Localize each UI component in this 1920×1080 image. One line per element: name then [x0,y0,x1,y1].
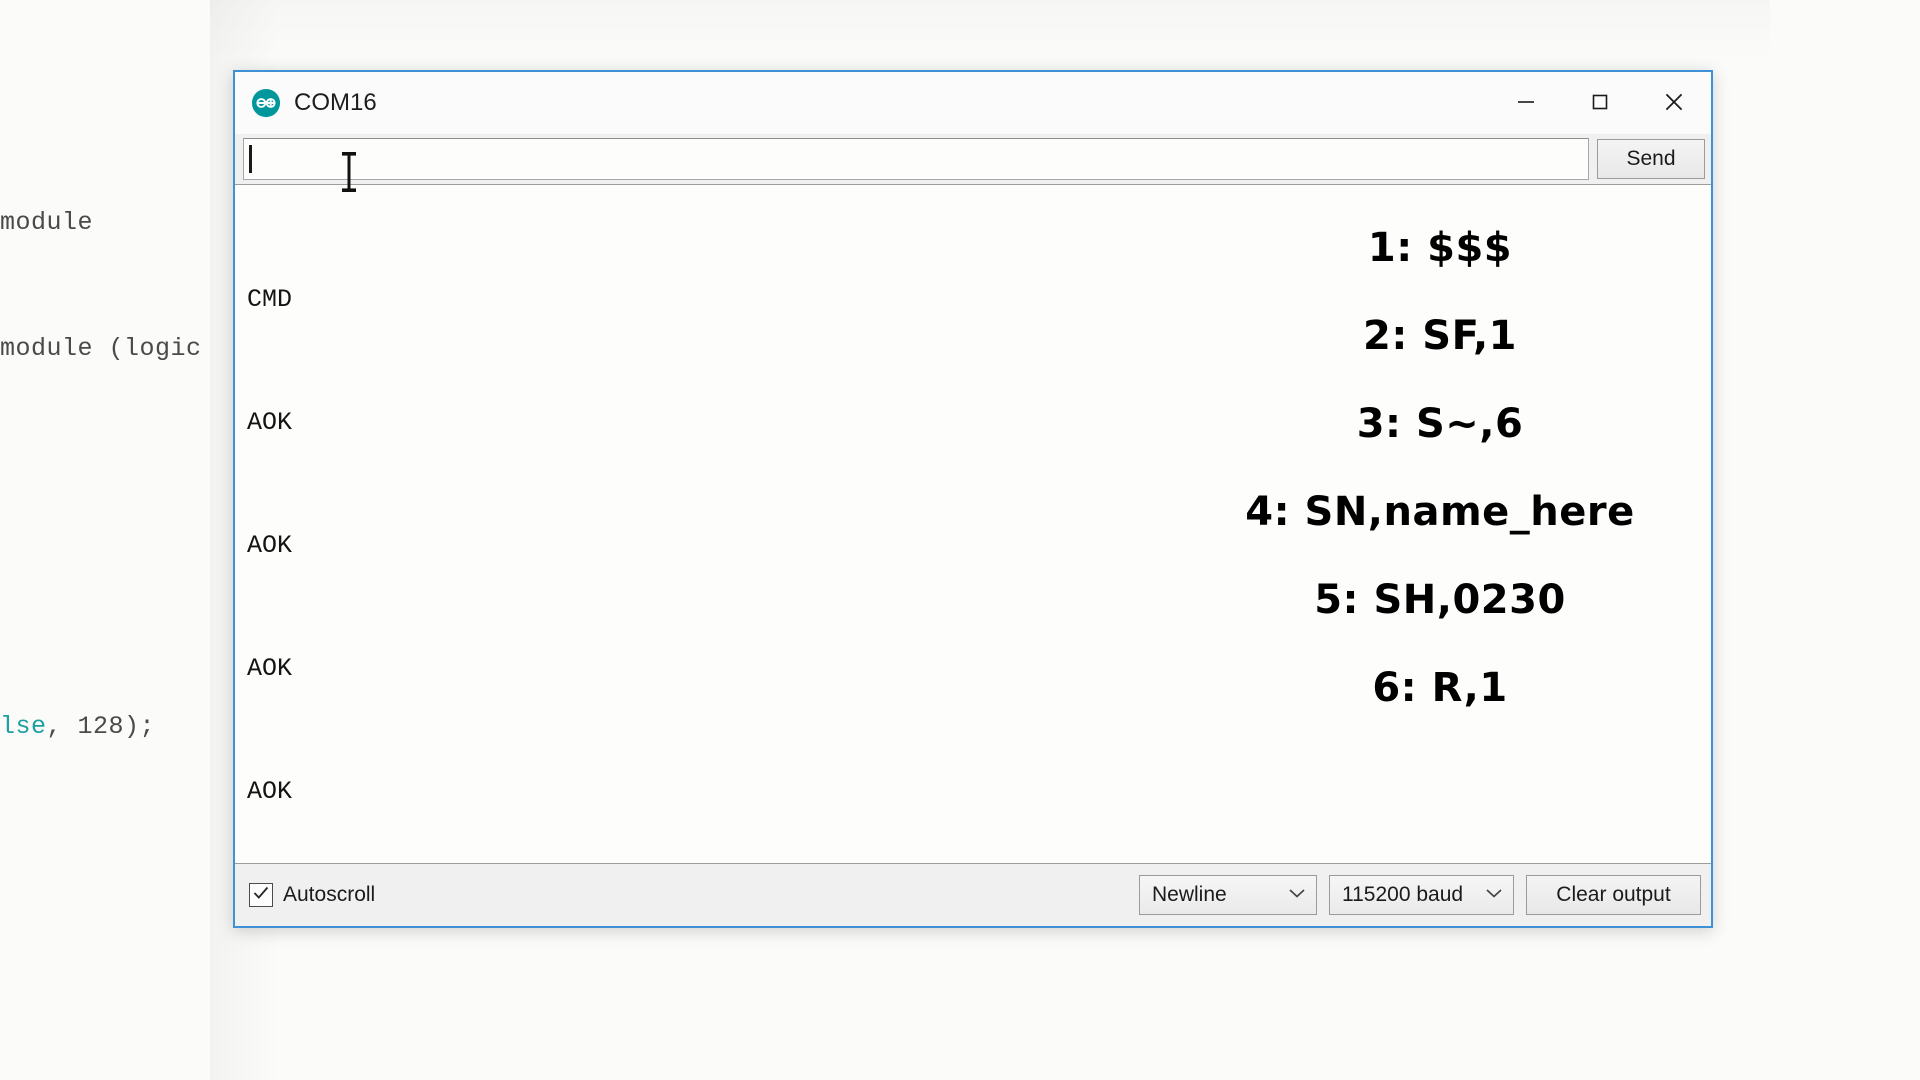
maximize-button[interactable] [1563,72,1637,134]
console-line: AOK [247,402,1711,443]
code-line [0,454,202,496]
code-line: module [0,202,202,244]
editor-code-text: module module (logic lse, 128); [0,118,202,832]
baud-rate-select[interactable]: 115200 baud [1329,875,1514,915]
console-line: CMD [247,279,1711,320]
window-controls [1489,72,1711,134]
autoscroll-checkbox[interactable]: Autoscroll [249,883,375,907]
code-token-keyword: lse [0,712,47,741]
window-title: COM16 [294,89,377,117]
console-output[interactable]: CMD AOK AOK AOK AOK Reboot! [235,184,1711,864]
line-ending-value: Newline [1152,883,1278,907]
baud-rate-value: 115200 baud [1342,883,1475,907]
titlebar-left-group: COM16 [235,88,377,118]
minimize-icon [1514,90,1538,117]
console-lines: CMD AOK AOK AOK AOK Reboot! [235,185,1711,864]
chevron-down-icon [1288,886,1306,904]
status-bar: Autoscroll Newline 115200 baud Clear out… [235,864,1711,926]
arduino-infinity-icon [251,88,281,118]
close-icon [1661,89,1687,118]
code-line: lse, 128); [0,706,202,748]
code-token: , 128); [47,712,156,741]
console-line: AOK [247,648,1711,689]
chevron-down-icon [1485,886,1503,904]
maximize-icon [1588,90,1612,117]
autoscroll-label: Autoscroll [283,883,375,907]
serial-monitor-window: COM16 [233,70,1713,928]
autoscroll-checkbox-box[interactable] [249,883,273,907]
console-line: AOK [247,771,1711,812]
code-line: module (logic [0,328,202,370]
line-ending-select[interactable]: Newline [1139,875,1317,915]
minimize-button[interactable] [1489,72,1563,134]
code-token: module (logic [0,334,202,363]
send-bar: Send [235,134,1711,184]
send-button[interactable]: Send [1597,139,1705,179]
close-button[interactable] [1637,72,1711,134]
code-token: module [0,208,93,237]
send-input[interactable] [243,138,1589,180]
clear-output-button[interactable]: Clear output [1526,875,1701,915]
console-line: AOK [247,525,1711,566]
window-titlebar[interactable]: COM16 [235,72,1711,134]
send-input-wrapper [243,138,1589,180]
code-line [0,580,202,622]
checkmark-icon [252,884,270,907]
